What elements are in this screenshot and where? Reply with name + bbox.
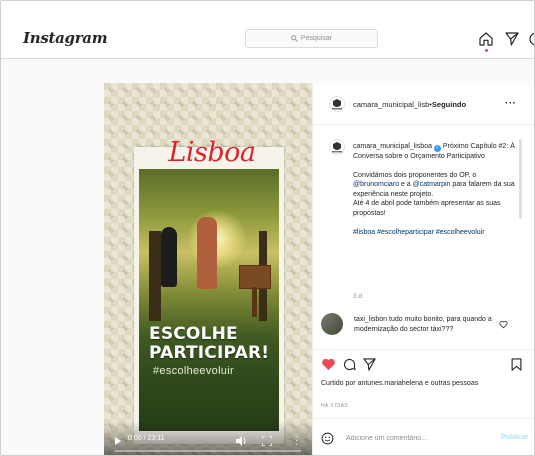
volume-icon[interactable]: [236, 436, 248, 446]
author-avatar[interactable]: [329, 96, 345, 112]
poster-headline-line: ESCOLHE: [149, 324, 238, 344]
liked-by-text[interactable]: Curtido por antunes.mariahelena e outras…: [321, 379, 481, 389]
home-icon[interactable]: [478, 31, 494, 47]
post-video[interactable]: ESCOLHE PARTICIPAR! #escolheevoluir Lisb…: [104, 83, 312, 455]
sunlight: [187, 209, 247, 269]
runners-photo: ESCOLHE PARTICIPAR! #escolheevoluir: [139, 169, 279, 431]
tree-trunk: [149, 231, 161, 321]
search-icon: [291, 35, 298, 42]
video-more-icon[interactable]: · · ·: [295, 432, 298, 449]
home-notification-dot: [485, 49, 488, 52]
runner-figure: [197, 217, 217, 289]
poster-headline-line: PARTICIPAR!: [149, 343, 270, 363]
video-progress-bar[interactable]: [115, 450, 301, 452]
top-navigation-bar: Instagram Pesquisar: [1, 1, 535, 59]
comment-icon[interactable]: [342, 357, 357, 372]
caption-text: Convidámos dois proponentes do OP, o: [353, 171, 477, 179]
author-line: camara_municipal_lisb•Seguindo: [353, 100, 466, 109]
post-header: camara_municipal_lisb•Seguindo ···: [313, 83, 534, 125]
caption-text: Até 4 de abril pode também apresentar as…: [353, 200, 501, 217]
commenter-avatar[interactable]: [321, 313, 343, 335]
crest-icon: [332, 142, 342, 153]
video-controls: 0:00 / 23:11 · · ·: [104, 421, 312, 455]
poster-headline: ESCOLHE PARTICIPAR!: [149, 325, 273, 363]
caption-text: e a: [399, 181, 413, 189]
caption-age: 3 d: [353, 293, 363, 300]
park-sign: [239, 265, 271, 289]
share-icon[interactable]: [362, 357, 377, 372]
comment-like-icon[interactable]: [499, 320, 508, 329]
commenter-username[interactable]: taxi_lisbon: [354, 316, 387, 323]
play-icon[interactable]: [115, 437, 121, 445]
fullscreen-icon[interactable]: [262, 436, 272, 446]
emoji-icon[interactable]: [321, 432, 334, 445]
instagram-window: Instagram Pesquisar ESCOLHE PARTICIPAR! …: [0, 0, 535, 456]
verified-badge-icon: ✓: [433, 145, 441, 152]
instagram-logo[interactable]: Instagram: [23, 29, 108, 47]
campaign-poster: ESCOLHE PARTICIPAR! #escolheevoluir Lisb…: [134, 137, 284, 444]
bookmark-icon[interactable]: [509, 357, 524, 372]
liked-heart-icon[interactable]: [321, 357, 336, 372]
publish-button[interactable]: Publicar: [501, 434, 529, 441]
search-placeholder: Pesquisar: [300, 35, 333, 42]
post-date: HÁ 3 DIAS: [321, 403, 348, 409]
post-actions: Curtido por antunes.mariahelena e outras…: [313, 349, 534, 455]
author-username[interactable]: camara_municipal_lisb•: [353, 100, 432, 109]
explore-icon[interactable]: [528, 31, 535, 47]
search-box[interactable]: Pesquisar: [245, 29, 378, 48]
runner-figure: [161, 227, 177, 287]
comment-item: taxi_lisbon tudo muito bonito, para quan…: [321, 313, 531, 353]
caption-author-avatar[interactable]: [329, 139, 345, 155]
caption-username[interactable]: camara_municipal_lisboa: [353, 143, 432, 150]
mention-link[interactable]: @brunomciaro: [353, 181, 399, 188]
video-time: 0:00 / 23:11: [128, 435, 165, 442]
follow-status[interactable]: Seguindo: [432, 100, 466, 109]
add-comment-input[interactable]: [346, 430, 476, 446]
poster-hashtag: #escolheevoluir: [153, 365, 234, 377]
direct-message-icon[interactable]: [504, 31, 520, 47]
mention-link[interactable]: @catmarpin: [413, 181, 451, 188]
park-sign-post: [252, 287, 257, 317]
comment-text: taxi_lisbon tudo muito bonito, para quan…: [354, 315, 494, 334]
caption-hashtags[interactable]: #lisboa #escolheparticipar #escolheevolu…: [353, 228, 521, 238]
comments-scrollbar[interactable]: [519, 139, 522, 219]
post-details-panel: camara_municipal_lisb•Seguindo ··· camar…: [312, 83, 534, 455]
add-comment-bar: Publicar: [313, 418, 534, 455]
more-options-icon[interactable]: ···: [505, 98, 517, 109]
lisboa-logo: Lisboa: [168, 137, 256, 168]
post-caption: camara_municipal_lisboa ✓ Próximo Capítu…: [353, 142, 521, 246]
crest-icon: [332, 99, 342, 110]
